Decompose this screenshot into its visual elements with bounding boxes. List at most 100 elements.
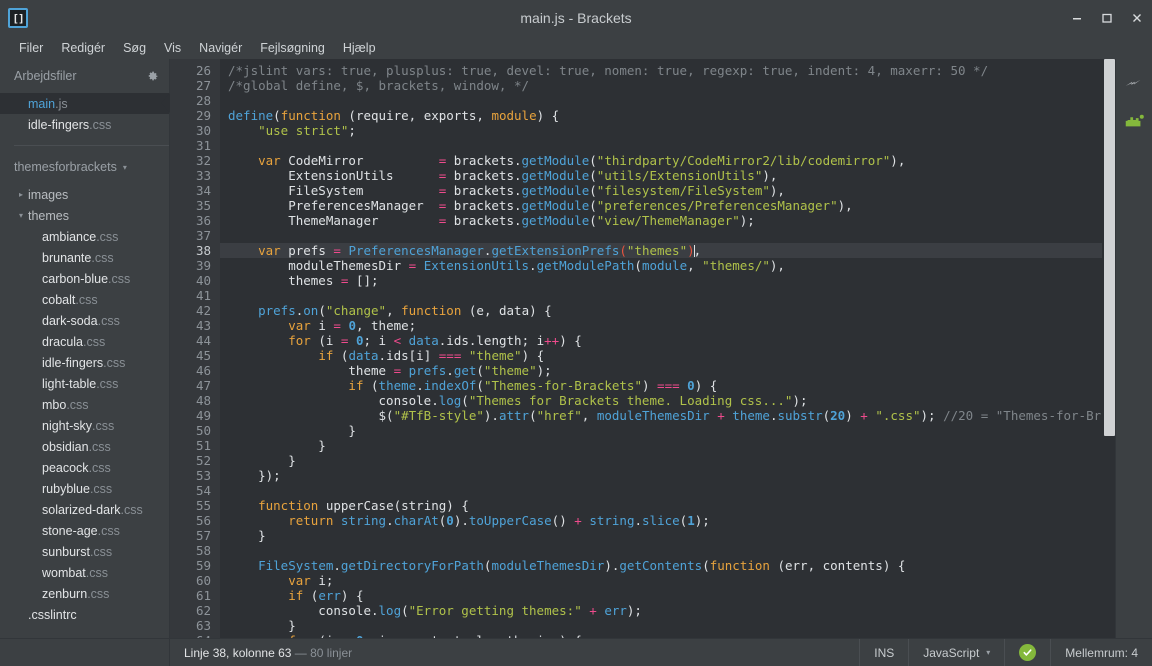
maximize-icon[interactable] xyxy=(1092,0,1122,36)
line-number-gutter: 2627282930313233343536373839404142434445… xyxy=(170,59,220,638)
code-editor[interactable]: 2627282930313233343536373839404142434445… xyxy=(170,59,1115,638)
code-line[interactable]: var prefs = PreferencesManager.getExtens… xyxy=(220,243,1115,258)
chevron-down-icon[interactable]: ▾ xyxy=(123,163,127,172)
tree-file-item[interactable]: zenburn.css xyxy=(0,583,169,604)
tree-item-label: peacock xyxy=(42,461,89,475)
code-line[interactable]: var i = 0, theme; xyxy=(220,318,1115,333)
tree-file-item[interactable]: cobalt.css xyxy=(0,289,169,310)
code-line[interactable]: return string.charAt(0).toUpperCase() + … xyxy=(220,513,1115,528)
tree-file-item[interactable]: dracula.css xyxy=(0,331,169,352)
code-line[interactable]: for (i = 0; i < data.ids.length; i++) { xyxy=(220,333,1115,348)
tree-file-item[interactable]: rubyblue.css xyxy=(0,478,169,499)
code-token-plain: ) { xyxy=(559,633,582,638)
close-icon[interactable] xyxy=(1122,0,1152,36)
code-line[interactable] xyxy=(220,288,1115,303)
cursor-position-status[interactable]: Linje 38, kolonne 63 — 80 linjer xyxy=(170,646,352,660)
code-token-op: + xyxy=(574,513,582,528)
scrollbar-thumb[interactable] xyxy=(1104,59,1115,436)
code-content[interactable]: /*jslint vars: true, plusplus: true, dev… xyxy=(220,59,1115,638)
menu-item-redig-r[interactable]: Redigér xyxy=(52,39,114,57)
code-line[interactable]: define(function (require, exports, modul… xyxy=(220,108,1115,123)
tree-file-item[interactable]: .csslintrc xyxy=(0,604,169,625)
code-line[interactable]: prefs.on("change", function (e, data) { xyxy=(220,303,1115,318)
menu-item-hj-lp[interactable]: Hjælp xyxy=(334,39,385,57)
code-line[interactable]: /*global define, $, brackets, window, */ xyxy=(220,78,1115,93)
code-line[interactable] xyxy=(220,543,1115,558)
code-line[interactable] xyxy=(220,228,1115,243)
working-file-item[interactable]: main.js xyxy=(0,93,169,114)
menu-item-fejls-gning[interactable]: Fejlsøgning xyxy=(251,39,334,57)
code-line[interactable]: ThemeManager = brackets.getModule("view/… xyxy=(220,213,1115,228)
tree-file-item[interactable]: night-sky.css xyxy=(0,415,169,436)
chevron-right-icon[interactable]: ▸ xyxy=(14,190,28,199)
code-line[interactable]: theme = prefs.get("theme"); xyxy=(220,363,1115,378)
project-header[interactable]: themesforbrackets ▾ xyxy=(0,150,169,184)
code-line[interactable]: moduleThemesDir = ExtensionUtils.getModu… xyxy=(220,258,1115,273)
code-line[interactable]: console.log("Themes for Brackets theme. … xyxy=(220,393,1115,408)
tree-folder-item[interactable]: ▾themes xyxy=(0,205,169,226)
code-token-plain: . xyxy=(529,258,537,273)
code-token-num: 1 xyxy=(687,513,695,528)
menu-item-filer[interactable]: Filer xyxy=(10,39,52,57)
tree-file-item[interactable]: light-table.css xyxy=(0,373,169,394)
code-line[interactable]: var i; xyxy=(220,573,1115,588)
code-token-plain xyxy=(228,318,288,333)
code-line[interactable] xyxy=(220,138,1115,153)
tree-file-item[interactable]: dark-soda.css xyxy=(0,310,169,331)
code-line[interactable]: PreferencesManager = brackets.getModule(… xyxy=(220,198,1115,213)
tree-file-item[interactable]: idle-fingers.css xyxy=(0,352,169,373)
code-line[interactable]: themes = []; xyxy=(220,273,1115,288)
tree-item-label: night-sky xyxy=(42,419,92,433)
tree-file-item[interactable]: solarized-dark.css xyxy=(0,499,169,520)
menu-item-s-g[interactable]: Søg xyxy=(114,39,155,57)
code-line[interactable]: if (err) { xyxy=(220,588,1115,603)
language-selector[interactable]: JavaScript ▾ xyxy=(908,639,1004,666)
tree-file-item[interactable]: wombat.css xyxy=(0,562,169,583)
tree-folder-item[interactable]: ▸images xyxy=(0,184,169,205)
code-line[interactable]: var CodeMirror = brackets.getModule("thi… xyxy=(220,153,1115,168)
menu-item-vis[interactable]: Vis xyxy=(155,39,190,57)
minimize-icon[interactable] xyxy=(1062,0,1092,36)
code-line[interactable]: console.log("Error getting themes:" + er… xyxy=(220,603,1115,618)
code-line[interactable]: } xyxy=(220,453,1115,468)
code-line[interactable]: $("#TfB-style").attr("href", moduleTheme… xyxy=(220,408,1115,423)
code-line[interactable]: for (i = 0; i < contents.length; i++) { xyxy=(220,633,1115,638)
code-line[interactable]: if (theme.indexOf("Themes-for-Brackets")… xyxy=(220,378,1115,393)
code-token-plain: ExtensionUtils xyxy=(228,168,439,183)
code-token-str: "use strict" xyxy=(258,123,348,138)
tree-file-item[interactable]: peacock.css xyxy=(0,457,169,478)
code-line[interactable]: } xyxy=(220,528,1115,543)
code-line[interactable]: "use strict"; xyxy=(220,123,1115,138)
code-line[interactable]: } xyxy=(220,438,1115,453)
code-line[interactable]: } xyxy=(220,423,1115,438)
code-line[interactable]: } xyxy=(220,618,1115,633)
tree-file-item[interactable]: ambiance.css xyxy=(0,226,169,247)
editor-vertical-scrollbar[interactable] xyxy=(1102,59,1115,638)
menu-item-navig-r[interactable]: Navigér xyxy=(190,39,251,57)
gear-icon[interactable] xyxy=(146,70,159,83)
code-line[interactable]: FileSystem.getDirectoryForPath(moduleThe… xyxy=(220,558,1115,573)
working-file-item[interactable]: idle-fingers.css xyxy=(0,114,169,135)
lint-status[interactable] xyxy=(1004,639,1050,666)
code-line[interactable] xyxy=(220,483,1115,498)
extension-manager-icon[interactable] xyxy=(1119,105,1149,135)
indent-setting[interactable]: Mellemrum: 4 xyxy=(1050,639,1152,666)
code-line[interactable]: ExtensionUtils = brackets.getModule("uti… xyxy=(220,168,1115,183)
code-token-pun: ( xyxy=(476,378,484,393)
tree-file-item[interactable]: mbo.css xyxy=(0,394,169,415)
code-line[interactable]: if (data.ids[i] === "theme") { xyxy=(220,348,1115,363)
live-preview-icon[interactable] xyxy=(1119,69,1149,99)
code-line[interactable] xyxy=(220,93,1115,108)
tree-file-item[interactable]: obsidian.css xyxy=(0,436,169,457)
code-line[interactable]: FileSystem = brackets.getModule("filesys… xyxy=(220,183,1115,198)
code-line[interactable]: function upperCase(string) { xyxy=(220,498,1115,513)
tree-file-item[interactable]: stone-age.css xyxy=(0,520,169,541)
code-token-fn: attr xyxy=(499,408,529,423)
code-line[interactable]: }); xyxy=(220,468,1115,483)
insert-mode-status[interactable]: INS xyxy=(859,639,908,666)
tree-file-item[interactable]: carbon-blue.css xyxy=(0,268,169,289)
tree-file-item[interactable]: sunburst.css xyxy=(0,541,169,562)
code-line[interactable]: /*jslint vars: true, plusplus: true, dev… xyxy=(220,63,1115,78)
chevron-down-icon[interactable]: ▾ xyxy=(14,211,28,220)
tree-file-item[interactable]: brunante.css xyxy=(0,247,169,268)
